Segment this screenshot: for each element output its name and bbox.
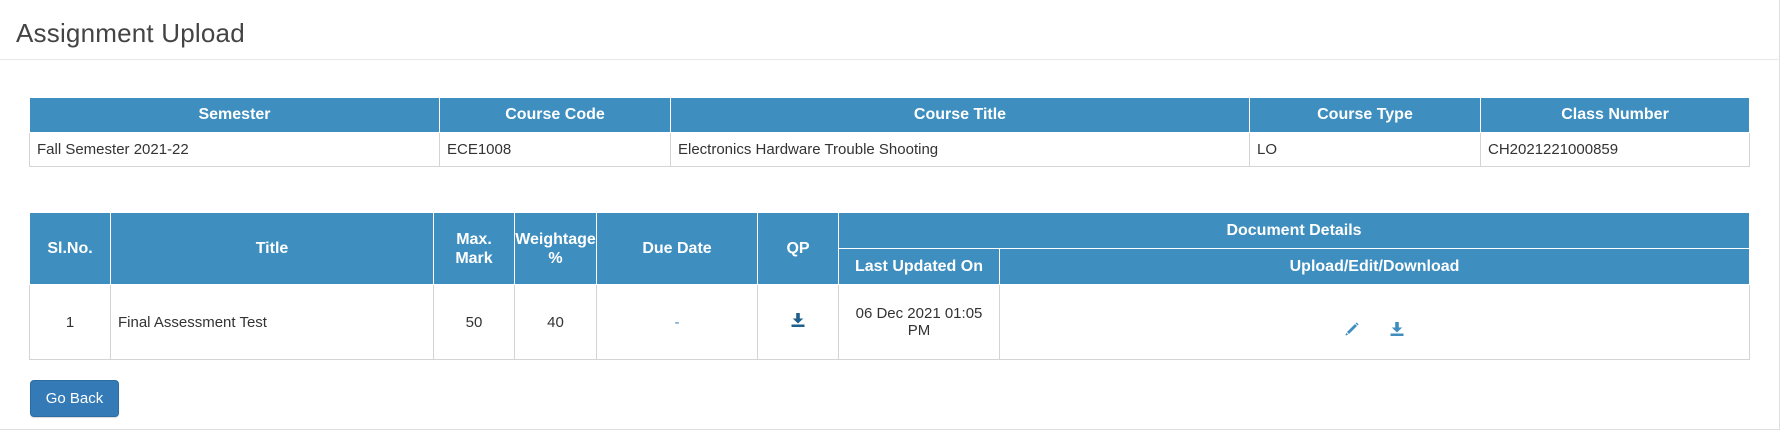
go-back-button[interactable]: Go Back: [30, 380, 119, 417]
header-max-mark: Max. Mark: [433, 212, 515, 285]
cell-course-title: Electronics Hardware Trouble Shooting: [670, 132, 1250, 167]
cell-semester: Fall Semester 2021-22: [29, 132, 440, 167]
header-qp: QP: [757, 212, 839, 285]
download-icon[interactable]: [1389, 321, 1405, 341]
cell-slno: 1: [29, 284, 111, 360]
title-divider: [0, 59, 1780, 60]
header-max-mark-line2: Mark: [455, 249, 493, 267]
cell-upload-actions: [998, 284, 1751, 360]
header-class-number: Class Number: [1480, 98, 1750, 133]
header-slno: Sl.No.: [29, 212, 111, 285]
table-row: Fall Semester 2021-22 ECE1008 Electronic…: [29, 132, 1750, 167]
cell-class-number: CH2021221000859: [1480, 132, 1750, 167]
cell-due-date: -: [596, 284, 758, 360]
cell-weightage: 40: [514, 284, 597, 360]
cell-course-type: LO: [1249, 132, 1481, 167]
header-course-type: Course Type: [1249, 98, 1481, 133]
cell-course-code: ECE1008: [439, 132, 671, 167]
download-icon-glyph: [791, 313, 805, 327]
header-title: Title: [110, 212, 434, 285]
assignment-header-row-1: Sl.No. Title Max. Mark Weightage % Due D…: [29, 212, 1751, 285]
header-last-updated: Last Updated On: [838, 248, 1000, 285]
course-info-table: Semester Course Code Course Title Course…: [29, 98, 1750, 167]
header-course-title: Course Title: [670, 98, 1250, 133]
download-icon-glyph: [1390, 322, 1404, 336]
header-document-details: Document Details: [837, 212, 1751, 249]
page-title: Assignment Upload: [16, 18, 245, 48]
assignment-upload-panel: Assignment Upload Semester Course Code C…: [0, 0, 1780, 430]
cell-title: Final Assessment Test: [110, 284, 434, 360]
cell-max-mark: 50: [433, 284, 515, 360]
header-upload-edit-download: Upload/Edit/Download: [998, 248, 1751, 285]
header-weightage-line1: Weightage: [515, 230, 596, 248]
table-row: 1 Final Assessment Test 50 40 - 06 Dec 2…: [29, 284, 1751, 360]
assignment-table: Sl.No. Title Max. Mark Weightage % Due D…: [29, 212, 1751, 360]
course-table-header-row: Semester Course Code Course Title Course…: [29, 98, 1750, 133]
cell-last-updated: 06 Dec 2021 01:05 PM: [838, 284, 1000, 360]
header-weightage: Weightage %: [514, 212, 597, 285]
edit-pencil-glyph: [1345, 322, 1360, 336]
header-max-mark-line1: Max.: [456, 230, 492, 248]
edit-pencil-icon[interactable]: [1344, 321, 1360, 341]
header-semester: Semester: [29, 98, 440, 133]
download-icon[interactable]: [790, 312, 806, 332]
header-due-date: Due Date: [596, 212, 758, 285]
header-weightage-line2: %: [548, 249, 563, 267]
header-course-code: Course Code: [439, 98, 671, 133]
cell-qp: [757, 284, 839, 360]
